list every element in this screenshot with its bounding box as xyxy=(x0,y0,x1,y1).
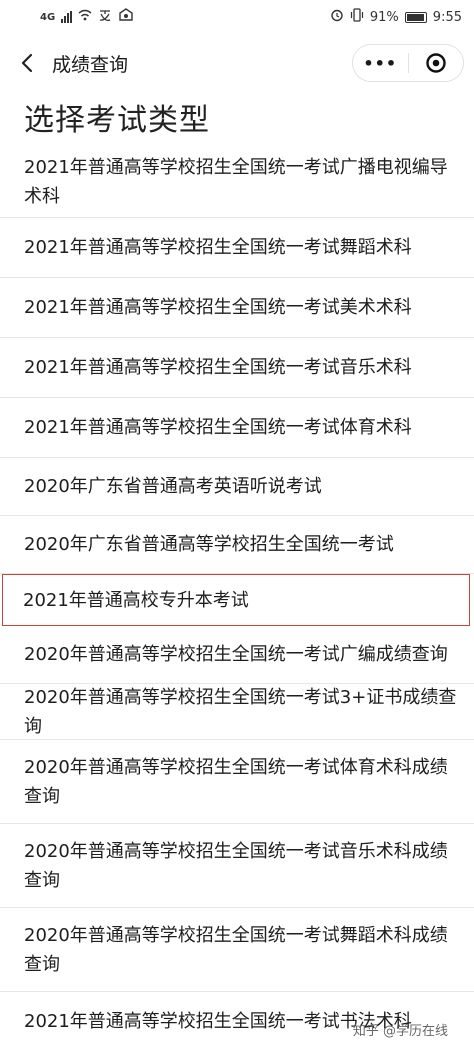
close-mini-program-button[interactable] xyxy=(409,52,464,74)
list-item-label: 2021年普通高校专升本考试 xyxy=(23,589,249,611)
list-item-label: 2021年普通高等学校招生全国统一考试广播电视编导术科 xyxy=(24,156,448,207)
back-button[interactable] xyxy=(12,48,42,78)
mini-program-capsule: ••• xyxy=(352,44,464,82)
status-right: 91% 9:55 xyxy=(330,8,462,26)
page-title: 选择考试类型 xyxy=(24,103,210,138)
exam-type-list: 2021年普通高等学校招生全国统一考试广播电视编导术科 2021年普通高等学校招… xyxy=(0,146,474,1050)
list-item[interactable]: 2020年普通高等学校招生全国统一考试体育术科成绩查询 xyxy=(0,740,474,824)
list-item[interactable]: 2020年普通高等学校招生全国统一考试舞蹈术科成绩查询 xyxy=(0,908,474,992)
list-item-label: 2021年普通高等学校招生全国统一考试舞蹈术科 xyxy=(24,237,412,258)
status-bar: 4G 91% 9:55 xyxy=(0,0,474,34)
list-item-label: 2020年普通高等学校招生全国统一考试广编成绩查询 xyxy=(24,644,448,665)
list-item-label: 2020年普通高等学校招生全国统一考试音乐术科成绩查询 xyxy=(24,840,448,891)
list-item-label: 2020年普通高等学校招生全国统一考试舞蹈术科成绩查询 xyxy=(24,924,448,975)
signal-icon xyxy=(61,11,73,23)
list-item-label: 2020年广东省普通高考英语听说考试 xyxy=(24,476,322,497)
list-item[interactable]: 2020年广东省普通高考英语听说考试 xyxy=(0,458,474,516)
wifi-icon xyxy=(78,9,92,25)
list-item-label: 2020年广东省普通高等学校招生全国统一考试 xyxy=(24,534,394,555)
watermark: 知乎 @学历在线 xyxy=(352,1024,448,1039)
list-item[interactable]: 2021年普通高等学校招生全国统一考试美术术科 xyxy=(0,278,474,338)
list-item[interactable]: 2020年普通高等学校招生全国统一考试广编成绩查询 xyxy=(0,626,474,684)
list-item-label: 2020年普通高等学校招生全国统一考试体育术科成绩查询 xyxy=(24,756,448,807)
list-item-label: 2020年普通高等学校招生全国统一考试3+证书成绩查询 xyxy=(24,686,457,737)
nav-bar: 成绩查询 ••• xyxy=(0,38,474,88)
network-type: 4G xyxy=(40,11,56,23)
chevron-left-icon xyxy=(21,53,33,73)
target-icon xyxy=(426,53,446,73)
more-menu-button[interactable]: ••• xyxy=(353,54,408,73)
list-item[interactable]: 2021年普通高等学校招生全国统一考试广播电视编导术科 xyxy=(0,146,474,218)
status-left: 4G xyxy=(40,8,134,26)
list-item[interactable]: 2021年普通高等学校招生全国统一考试舞蹈术科 xyxy=(0,218,474,278)
list-item[interactable]: 2020年普通高等学校招生全国统一考试3+证书成绩查询 xyxy=(0,684,474,740)
vibrate-icon xyxy=(350,8,364,26)
list-item-label: 2021年普通高等学校招生全国统一考试音乐术科 xyxy=(24,357,412,378)
battery-icon xyxy=(404,11,427,23)
list-item[interactable]: 2020年普通高等学校招生全国统一考试音乐术科成绩查询 xyxy=(0,824,474,908)
nav-title: 成绩查询 xyxy=(52,53,129,76)
clock-time: 9:55 xyxy=(432,9,462,25)
notification-icon xyxy=(98,8,112,26)
list-item-selected[interactable]: 2021年普通高校专升本考试 xyxy=(2,574,470,626)
list-item[interactable]: 2020年广东省普通高等学校招生全国统一考试 xyxy=(0,516,474,574)
list-item[interactable]: 2021年普通高等学校招生全国统一考试体育术科 xyxy=(0,398,474,458)
list-item-label: 2021年普通高等学校招生全国统一考试体育术科 xyxy=(24,417,412,438)
alarm-icon xyxy=(330,8,344,26)
list-item[interactable]: 2021年普通高等学校招生全国统一考试音乐术科 xyxy=(0,338,474,398)
battery-level: 91% xyxy=(369,9,399,25)
app-icon xyxy=(118,8,134,26)
list-item-label: 2021年普通高等学校招生全国统一考试美术术科 xyxy=(24,297,412,318)
